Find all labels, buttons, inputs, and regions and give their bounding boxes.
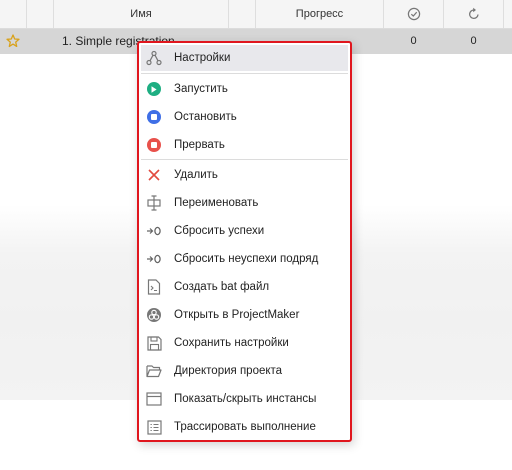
bat-file-icon: [146, 279, 162, 295]
menu-item-label: Трассировать выполнение: [174, 421, 316, 433]
menu-item-label: Показать/скрыть инстансы: [174, 393, 317, 405]
menu-item-label: Настройки: [174, 52, 231, 64]
menu-item-abort[interactable]: Прервать: [141, 132, 348, 158]
menu-item-trace-execution[interactable]: Трассировать выполнение: [141, 414, 348, 440]
star-icon[interactable]: [6, 29, 22, 54]
folder-icon: [146, 363, 162, 379]
reset-icon: [146, 223, 162, 239]
menu-separator: [141, 73, 348, 74]
menu-item-label: Прервать: [174, 139, 225, 151]
menu-item-run[interactable]: Запустить: [141, 76, 348, 102]
menu-item-stop[interactable]: Остановить: [141, 104, 348, 130]
menu-item-label: Сбросить неуспехи подряд: [174, 253, 319, 265]
settings-nodes-icon: [146, 50, 162, 66]
stop-icon: [146, 109, 162, 125]
header-success[interactable]: [384, 0, 444, 28]
header-name[interactable]: Имя: [54, 0, 229, 28]
menu-item-label: Переименовать: [174, 197, 259, 209]
menu-item-label: Удалить: [174, 169, 218, 181]
menu-item-label: Директория проекта: [174, 365, 283, 377]
projectmaker-icon: [146, 307, 162, 323]
menu-item-reset-failures[interactable]: Сбросить неуспехи подряд: [141, 246, 348, 272]
menu-item-label: Сохранить настройки: [174, 337, 289, 349]
menu-item-rename[interactable]: Переименовать: [141, 190, 348, 216]
menu-item-open-projectmaker[interactable]: Открыть в ProjectMaker: [141, 302, 348, 328]
header-progress[interactable]: Прогресс: [256, 0, 384, 28]
menu-separator: [141, 159, 348, 160]
save-icon: [146, 335, 162, 351]
header-blank-column-2[interactable]: [229, 0, 256, 28]
window-icon: [146, 391, 162, 407]
menu-item-label: Запустить: [174, 83, 228, 95]
menu-item-label: Открыть в ProjectMaker: [174, 309, 300, 321]
row-retries-count: 0: [470, 35, 477, 47]
menu-item-save-settings[interactable]: Сохранить настройки: [141, 330, 348, 356]
rename-icon: [146, 195, 162, 211]
menu-item-settings[interactable]: Настройки: [141, 45, 348, 71]
menu-item-toggle-instances[interactable]: Показать/скрыть инстансы: [141, 386, 348, 412]
context-menu: Настройки Запустить Остановить Прервать …: [137, 41, 352, 442]
delete-icon: [146, 167, 162, 183]
menu-item-reset-success[interactable]: Сбросить успехи: [141, 218, 348, 244]
abort-icon: [146, 137, 162, 153]
play-icon: [146, 81, 162, 97]
header-blank-column[interactable]: [27, 0, 54, 28]
menu-item-label: Сбросить успехи: [174, 225, 265, 237]
row-success-count: 0: [410, 35, 417, 47]
reset-icon: [146, 251, 162, 267]
menu-item-label: Создать bat файл: [174, 281, 270, 293]
trace-list-icon: [146, 419, 162, 435]
menu-item-project-directory[interactable]: Директория проекта: [141, 358, 348, 384]
header-star-column[interactable]: [0, 0, 27, 28]
check-circle-icon: [407, 7, 421, 21]
refresh-icon: [467, 7, 481, 20]
menu-item-delete[interactable]: Удалить: [141, 162, 348, 188]
menu-item-create-bat[interactable]: Создать bat файл: [141, 274, 348, 300]
header-retries[interactable]: [444, 0, 504, 28]
table-header: Имя Прогресс: [0, 0, 512, 29]
menu-item-label: Остановить: [174, 111, 237, 123]
